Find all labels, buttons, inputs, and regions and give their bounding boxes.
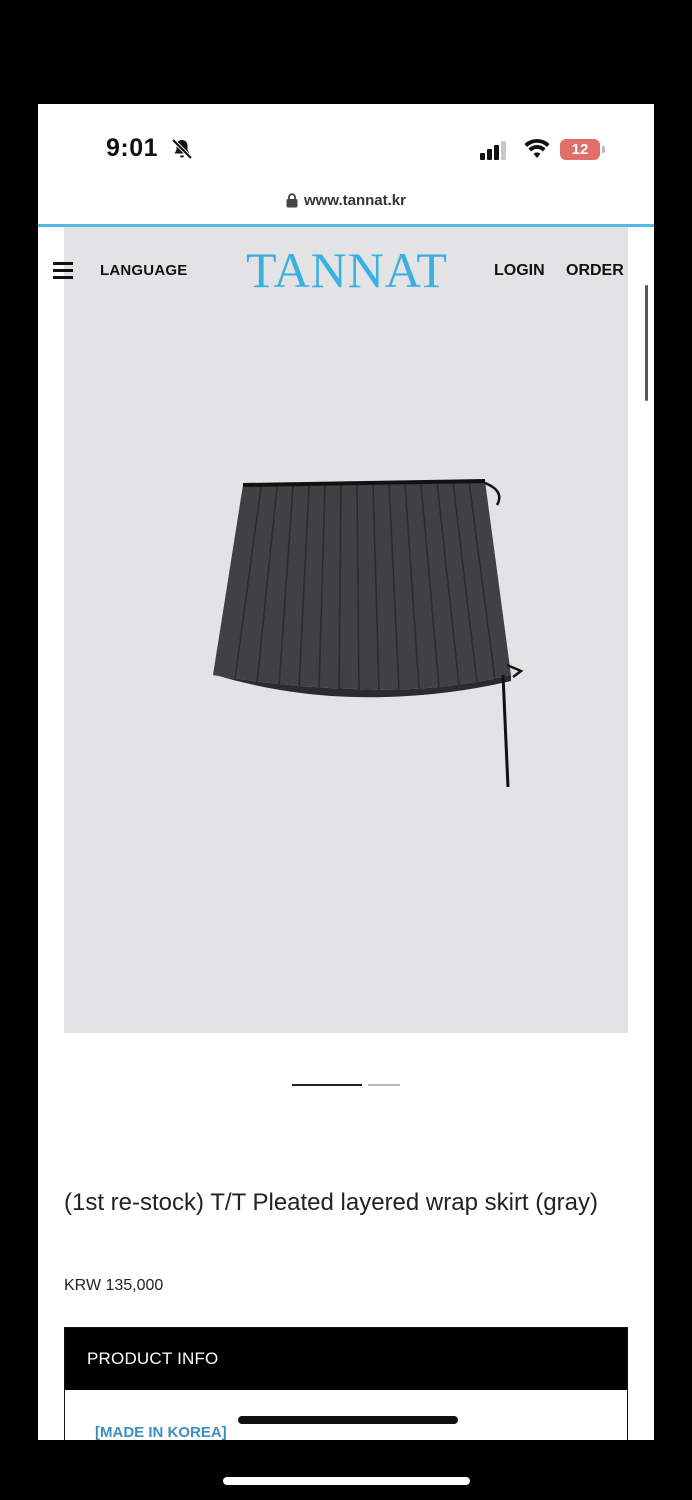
status-bar: 9:01 12 bbox=[38, 104, 654, 194]
scrollbar[interactable] bbox=[645, 285, 648, 401]
battery-icon: 12 bbox=[560, 139, 605, 160]
status-time: 9:01 bbox=[106, 134, 159, 162]
browser-home-indicator bbox=[238, 1416, 458, 1424]
language-link[interactable]: LANGUAGE bbox=[100, 262, 187, 279]
skirt-photo bbox=[213, 479, 524, 788]
home-indicator[interactable] bbox=[223, 1477, 470, 1485]
wifi-icon bbox=[524, 138, 550, 158]
carousel-dot[interactable] bbox=[368, 1084, 400, 1086]
signal-icon bbox=[480, 141, 506, 160]
product-image[interactable] bbox=[64, 227, 628, 1033]
web-page: LANGUAGE TANNAT LOGIN ORDER (1st re-stoc… bbox=[38, 227, 654, 1440]
address-bar[interactable]: www.tannat.kr bbox=[38, 192, 654, 226]
product-info-note: [MADE IN KOREA] bbox=[95, 1424, 227, 1440]
order-link[interactable]: ORDER bbox=[566, 262, 624, 280]
product-title: (1st re-stock) T/T Pleated layered wrap … bbox=[64, 1189, 598, 1216]
hamburger-menu-icon[interactable] bbox=[53, 262, 73, 279]
site-header: LANGUAGE TANNAT LOGIN ORDER bbox=[38, 227, 654, 317]
product-info-header[interactable]: PRODUCT INFO bbox=[65, 1328, 627, 1390]
phone-screen: 9:01 12 www.tannat.kr LANGUAGE TANNAT LO… bbox=[38, 104, 654, 1440]
carousel-dot-active[interactable] bbox=[292, 1084, 362, 1086]
product-price: KRW 135,000 bbox=[64, 1277, 164, 1294]
lock-icon bbox=[286, 193, 298, 208]
login-link[interactable]: LOGIN bbox=[494, 262, 545, 280]
carousel-indicator bbox=[292, 1084, 402, 1088]
site-logo[interactable]: TANNAT bbox=[246, 241, 448, 299]
bell-slash-icon bbox=[171, 138, 193, 160]
url-text: www.tannat.kr bbox=[304, 192, 406, 209]
